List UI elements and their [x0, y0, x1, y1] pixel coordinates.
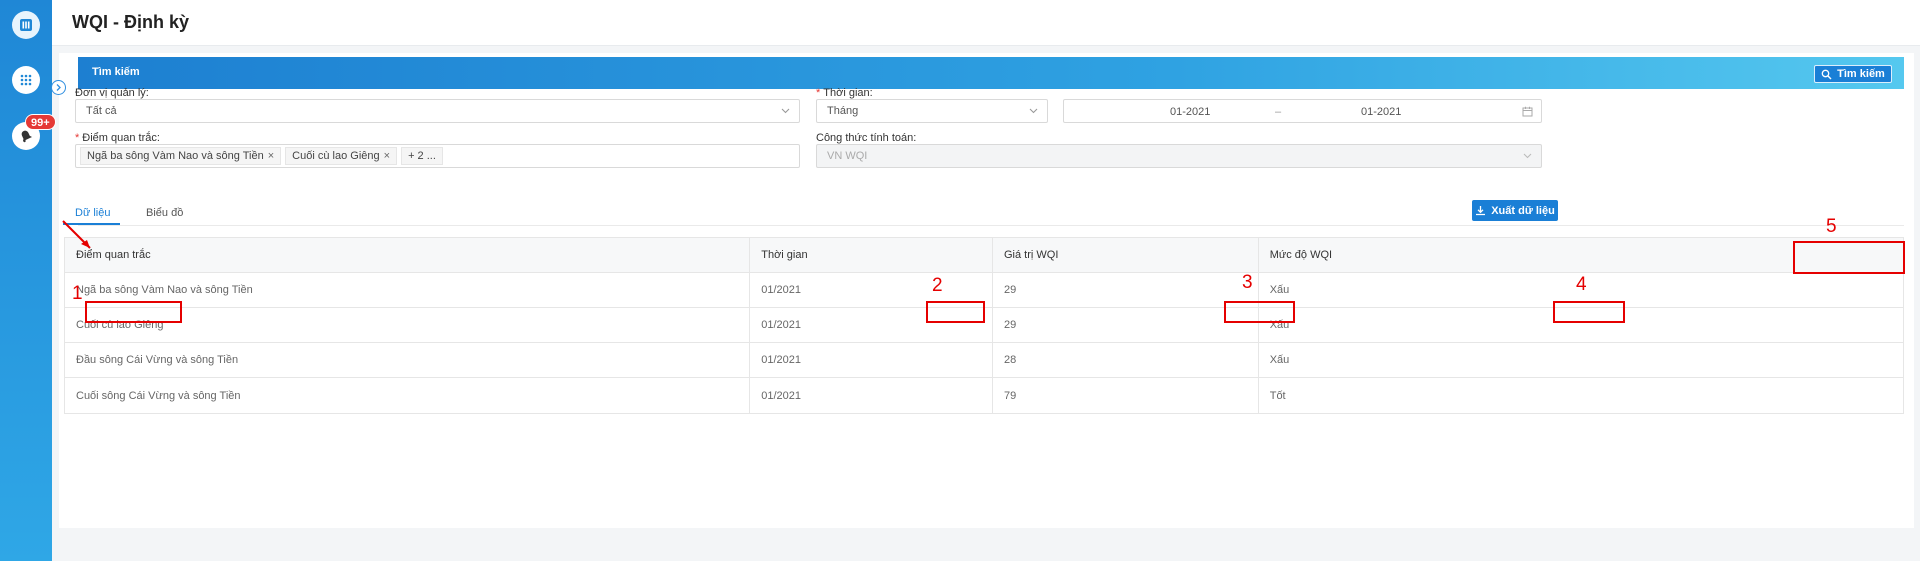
chevron-down-icon [781, 108, 790, 114]
time-from[interactable]: 01-2021 [1170, 106, 1210, 118]
monitoring-point-tag: Cuối cù lao Giêng × [285, 147, 398, 165]
column-header-wqi-value[interactable]: Giá trị WQI [993, 238, 1259, 272]
column-header-monitoring-point[interactable]: Điểm quan trắc [65, 238, 751, 272]
cell-time: 01/2021 [750, 343, 993, 377]
search-button-label: Tìm kiếm [1837, 68, 1885, 80]
annotation-box [1553, 301, 1625, 323]
formula-label: Công thức tính toán: [816, 132, 917, 144]
cell-wqi-level: Xấu [1269, 354, 1290, 366]
monitoring-point-tag: Ngã ba sông Vàm Nao và sông Tiền × [80, 147, 282, 165]
management-unit-label: Đơn vị quản lý: [75, 87, 149, 99]
export-data-button[interactable]: Xuất dữ liệu [1472, 200, 1558, 221]
annotation-number: 4 [1576, 274, 1587, 295]
more-tags-indicator[interactable]: + 2 ... [401, 147, 443, 165]
time-type-value: Tháng [827, 105, 859, 117]
annotation-number: 2 [932, 275, 943, 296]
column-header-time[interactable]: Thời gian [750, 238, 993, 272]
annotation-box [926, 301, 985, 323]
annotation-box [85, 301, 182, 323]
tag-remove-icon[interactable]: × [268, 150, 274, 162]
table-row[interactable]: Cuối sông Cái Vừng và sông Tiền 01/2021 … [65, 378, 1903, 413]
management-unit-value: Tất cả [86, 105, 117, 117]
search-button[interactable]: Tìm kiếm [1814, 65, 1892, 83]
cell-wqi-value: 29 [993, 273, 1259, 307]
table-row[interactable]: Đầu sông Cái Vừng và sông Tiền 01/2021 2… [65, 343, 1903, 378]
export-data-label: Xuất dữ liệu [1491, 204, 1555, 217]
management-unit-select[interactable]: Tất cả [75, 99, 800, 123]
monitoring-point-label: * Điểm quan trắc: [75, 132, 160, 144]
sidebar-expand-toggle[interactable] [51, 80, 66, 95]
apps-grid-icon[interactable] [12, 66, 40, 94]
download-icon [1476, 206, 1486, 216]
notification-badge: 99+ [25, 114, 56, 130]
annotation-number: 3 [1242, 272, 1253, 293]
annotation-arrow-icon [62, 220, 91, 249]
tab-chart[interactable]: Biểu đồ [146, 207, 183, 219]
wqi-data-table: Điểm quan trắc Thời gian Giá trị WQI Mức… [64, 237, 1904, 414]
tabs-divider [78, 225, 1904, 226]
table-header-row: Điểm quan trắc Thời gian Giá trị WQI Mức… [65, 238, 1903, 273]
cell-time: 01/2021 [750, 378, 993, 413]
cell-monitoring-point: Cuối sông Cái Vừng và sông Tiền [65, 378, 751, 413]
calendar-icon [1522, 106, 1533, 117]
annotation-box [1793, 241, 1905, 274]
page-header: WQI - Định kỳ [52, 0, 1920, 46]
cell-wqi-level: Tốt [1269, 389, 1286, 402]
cell-wqi-value: 28 [993, 343, 1259, 377]
chevron-down-icon [1029, 108, 1038, 114]
left-rail: 99+ [0, 0, 56, 561]
page-title: WQI - Định kỳ [72, 12, 189, 32]
app-logo-icon[interactable] [12, 11, 40, 39]
time-to[interactable]: 01-2021 [1361, 106, 1401, 118]
time-type-select[interactable]: Tháng [816, 99, 1048, 123]
annotation-number: 5 [1826, 216, 1837, 237]
search-title: Tìm kiếm [92, 66, 140, 78]
search-bar: Tìm kiếm Tìm kiếm [78, 57, 1904, 89]
content-panel: Tìm kiếm Tìm kiếm Đơn vị quản lý: Tất cả… [59, 53, 1914, 528]
cell-wqi-value: 79 [993, 378, 1259, 413]
monitoring-point-select[interactable]: Ngã ba sông Vàm Nao và sông Tiền × Cuối c… [75, 144, 800, 168]
tag-remove-icon[interactable]: × [384, 150, 390, 162]
annotation-number: 1 [72, 283, 83, 304]
time-range-separator: – [1275, 106, 1282, 118]
formula-select: VN WQI [816, 144, 1542, 168]
time-label: * Thời gian: [816, 87, 873, 99]
annotation-box [1224, 301, 1295, 323]
cell-monitoring-point: Đầu sông Cái Vừng và sông Tiền [65, 343, 751, 377]
formula-value: VN WQI [827, 150, 868, 162]
chevron-down-icon [1523, 153, 1532, 159]
cell-wqi-value: 29 [993, 308, 1259, 342]
time-range-picker[interactable]: 01-2021 – 01-2021 [1063, 99, 1542, 123]
search-icon [1821, 69, 1832, 79]
chevron-right-icon [56, 84, 61, 91]
